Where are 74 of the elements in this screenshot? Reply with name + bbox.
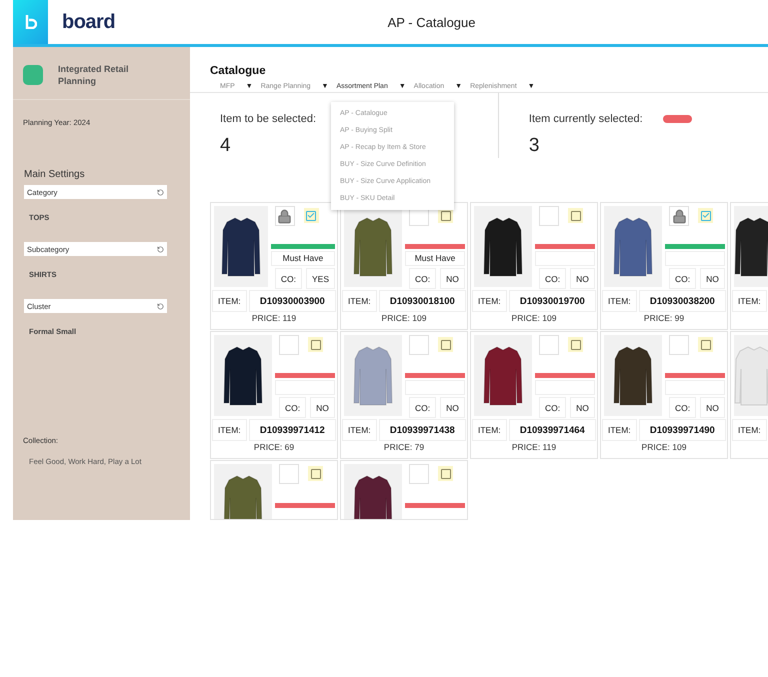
- co-label: CO:: [669, 268, 696, 289]
- check-icon: [307, 211, 316, 220]
- co-value: NO: [440, 268, 465, 289]
- page-title: Catalogue: [210, 65, 267, 77]
- select-checkbox[interactable]: [308, 466, 323, 481]
- item-label: ITEM:: [732, 290, 767, 312]
- section-title: Main Settings: [23, 169, 86, 180]
- reset-icon[interactable]: [157, 246, 164, 252]
- select-checkbox[interactable]: [568, 208, 583, 223]
- select-checkbox[interactable]: [698, 208, 713, 223]
- co-label: CO:: [539, 268, 566, 289]
- app-name: Integrated Retail Planning: [58, 63, 130, 87]
- select-checkbox[interactable]: [568, 337, 583, 352]
- item-label: ITEM:: [212, 290, 247, 312]
- item-label: ITEM:: [472, 290, 507, 312]
- co-value: YES: [306, 268, 335, 289]
- item-label: ITEM:: [472, 419, 507, 441]
- co-value: NO: [700, 397, 725, 418]
- select-checkbox[interactable]: [304, 208, 319, 223]
- item-code: D10930018100: [378, 290, 466, 312]
- co-label: CO:: [669, 397, 696, 418]
- co-label: CO:: [539, 397, 566, 418]
- co-label: CO:: [409, 397, 436, 418]
- assortment-tag: Must Have: [270, 251, 335, 266]
- app-icon: [23, 65, 43, 85]
- item-label: ITEM:: [732, 419, 767, 441]
- lock-box[interactable]: [669, 206, 689, 226]
- lock-icon: [672, 208, 686, 224]
- co-value: NO: [310, 397, 335, 418]
- window-title: AP - Catalogue: [386, 14, 476, 30]
- logo-icon: [24, 15, 36, 29]
- lock-icon: [277, 208, 292, 224]
- item-label: ITEM:: [212, 419, 247, 441]
- summary-value: 4: [220, 135, 231, 157]
- price-text: PRICE: 119: [510, 441, 558, 453]
- price-text: PRICE: 119: [250, 312, 298, 324]
- check-icon: [702, 211, 710, 220]
- co-value: NO: [570, 268, 595, 289]
- price-text: PRICE: 109: [640, 441, 688, 453]
- summary-value: 3: [528, 135, 540, 157]
- select-checkbox[interactable]: [308, 337, 323, 352]
- reset-icon[interactable]: [157, 302, 164, 310]
- status-indicator: [662, 115, 692, 123]
- item-code: D10939971438: [378, 419, 466, 441]
- co-value: NO: [440, 397, 465, 418]
- lock-box[interactable]: [274, 206, 295, 226]
- co-value: NO: [570, 397, 595, 418]
- co-label: CO:: [279, 397, 306, 418]
- item-label: ITEM:: [342, 290, 377, 312]
- co-label: CO:: [274, 268, 302, 289]
- item-code: D10930003900: [248, 290, 336, 312]
- item-code: D10930019700: [508, 290, 596, 312]
- item-label: ITEM:: [342, 419, 377, 441]
- reset-icon[interactable]: [157, 188, 164, 196]
- item-code: D10930038200: [638, 290, 726, 312]
- co-label: CO:: [409, 268, 436, 289]
- item-label: ITEM:: [602, 290, 637, 312]
- assortment-tag: Must Have: [405, 251, 465, 266]
- price-text: PRICE: 79: [382, 441, 426, 453]
- item-code: D10939971490: [638, 419, 726, 441]
- item-label: ITEM:: [602, 419, 637, 441]
- price-text: PRICE: 109: [380, 312, 428, 324]
- price-text: PRICE: 99: [642, 312, 686, 324]
- select-checkbox[interactable]: [438, 466, 453, 481]
- summary-label: Item currently selected:: [528, 113, 643, 125]
- price-text: PRICE: 109: [510, 312, 558, 324]
- item-code: D10939971412: [248, 419, 336, 441]
- co-value: NO: [700, 268, 725, 289]
- select-checkbox[interactable]: [698, 337, 713, 352]
- price-text: PRICE: 69: [252, 441, 296, 453]
- item-code: D10939971464: [508, 419, 596, 441]
- summary-label: Item to be selected:: [220, 113, 316, 125]
- logo-text: board: [62, 10, 116, 34]
- select-checkbox[interactable]: [438, 337, 453, 352]
